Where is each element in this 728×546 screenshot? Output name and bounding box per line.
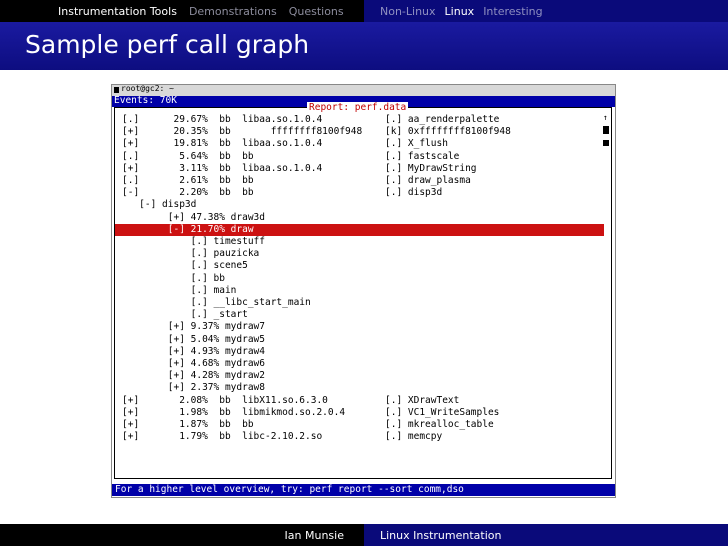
page-title: Sample perf call graph xyxy=(25,30,310,59)
table-row[interactable]: [+] 4.28% mydraw2 xyxy=(115,370,604,382)
table-row[interactable]: [+] 19.81% bb libaa.so.1.0.4 [.] X_flush xyxy=(115,138,604,150)
report-title: Report: perf.data xyxy=(307,102,409,113)
table-row[interactable]: [+] 20.35% bb ffffffff8100f948 [k] 0xffff… xyxy=(115,126,604,138)
beamer-navbar: Instrumentation Tools Demonstrations Que… xyxy=(0,0,728,22)
row-entry: [.] 29.67% bb libaa.so.1.0.4 xyxy=(122,114,323,125)
row-symbol: [.] XDrawText xyxy=(385,394,460,406)
row-entry: [.] bb xyxy=(122,272,225,284)
row-entry: [.] 2.61% bb bb xyxy=(122,175,254,186)
table-row[interactable]: [.] main xyxy=(115,285,604,297)
row-entry: [+] 1.87% bb bb xyxy=(122,419,254,430)
table-row[interactable]: [.] 2.61% bb bb [.] draw_plasma xyxy=(115,175,604,187)
table-row[interactable]: [.] timestuff xyxy=(115,236,604,248)
footer-author: Ian Munsie xyxy=(284,528,344,542)
row-entry: [+] 4.93% mydraw4 xyxy=(122,345,265,357)
footer-talk-title: Linux Instrumentation xyxy=(380,528,502,542)
row-symbol: [.] X_flush xyxy=(385,138,448,150)
table-row[interactable]: [+] 2.37% mydraw8 xyxy=(115,382,604,394)
scroll-thumb[interactable] xyxy=(603,126,609,134)
table-row-selected[interactable]: [-] 21.70% draw xyxy=(115,223,604,236)
table-row[interactable]: [.] bb xyxy=(115,273,604,285)
events-count: Events: 70K xyxy=(114,95,177,106)
row-entry: [+] 3.11% bb libaa.so.1.0.4 xyxy=(122,162,323,174)
row-symbol: [.] aa_renderpalette xyxy=(385,114,500,125)
row-entry: [.] 5.64% bb bb xyxy=(122,150,254,162)
row-entry: [+] 4.28% mydraw2 xyxy=(122,370,265,382)
row-symbol: [.] mkrealloc_table xyxy=(385,419,494,430)
table-row[interactable]: [+] 2.08% bb libX11.so.6.3.0 [.] XDrawTex… xyxy=(115,395,604,407)
row-symbol: [.] MyDrawString xyxy=(385,162,477,174)
table-row[interactable]: [+] 4.68% mydraw6 xyxy=(115,358,604,370)
terminal-title: root@gc2: ~ xyxy=(121,84,174,93)
table-row[interactable]: [-] disp3d xyxy=(115,199,604,211)
row-entry: [+] 5.04% mydraw5 xyxy=(122,333,265,345)
row-entry: [+] 47.38% draw3d xyxy=(122,211,265,223)
row-symbol: [.] memcpy xyxy=(385,431,443,443)
report-panel: Report: perf.data [.] 29.67% bb libaa.so… xyxy=(114,102,612,479)
table-row[interactable]: [.] __libc_start_main xyxy=(115,297,604,309)
scroll-thumb-lower[interactable] xyxy=(603,140,609,146)
table-row[interactable]: [+] 47.38% draw3d xyxy=(115,212,604,224)
table-row[interactable]: [+] 4.93% mydraw4 xyxy=(115,346,604,358)
terminal-window: root@gc2: ~ Events: 70K Report: perf.dat… xyxy=(111,84,616,498)
table-row[interactable]: [+] 1.87% bb bb [.] mkrealloc_table xyxy=(115,419,604,431)
row-entry: [.] pauzicka xyxy=(122,248,260,260)
status-hint: For a higher level overview, try: perf r… xyxy=(115,484,464,495)
row-entry: [+] 20.35% bb ffffffff8100f948 xyxy=(122,126,363,138)
row-symbol: [.] disp3d xyxy=(385,187,443,199)
status-bar: For a higher level overview, try: perf r… xyxy=(112,484,615,496)
table-row[interactable]: [+] 9.37% mydraw7 xyxy=(115,321,604,333)
frame-title-bar: Sample perf call graph xyxy=(0,22,728,70)
footer-title-box: Linux Instrumentation xyxy=(364,524,728,546)
table-row[interactable]: [.] scene5 xyxy=(115,260,604,272)
nav-item-questions[interactable]: Questions xyxy=(289,5,344,18)
row-entry: [-] 21.70% draw xyxy=(122,223,254,235)
row-entry: [.] _start xyxy=(122,309,248,321)
table-row[interactable]: [.] 5.64% bb bb [.] fastscale xyxy=(115,151,604,163)
nav-item-interesting[interactable]: Interesting xyxy=(483,5,542,18)
table-row[interactable]: [-] 2.20% bb bb [.] disp3d xyxy=(115,187,604,199)
row-entry: [-] 2.20% bb bb xyxy=(122,187,254,199)
scroll-up-arrow-icon[interactable]: ↑ xyxy=(603,114,608,122)
nav-item-demonstrations[interactable]: Demonstrations xyxy=(189,5,277,18)
row-entry: [+] 19.81% bb libaa.so.1.0.4 xyxy=(122,138,323,150)
row-symbol: [.] VC1_WriteSamples xyxy=(385,406,500,418)
row-entry: [+] 9.37% mydraw7 xyxy=(122,321,265,333)
table-row[interactable]: [+] 5.04% mydraw5 xyxy=(115,334,604,346)
row-entry: [.] scene5 xyxy=(122,260,248,272)
row-entry: [.] main xyxy=(122,284,237,296)
footer-author-box: Ian Munsie xyxy=(0,524,364,546)
terminal-titlebar: root@gc2: ~ xyxy=(112,84,615,96)
table-row[interactable]: [+] 1.98% bb libmikmod.so.2.0.4 [.] VC1_W… xyxy=(115,407,604,419)
row-entry: [-] disp3d xyxy=(122,199,197,211)
row-entry: [.] timestuff xyxy=(122,236,265,247)
nav-item-non-linux[interactable]: Non-Linux xyxy=(380,5,436,18)
row-entry: [+] 1.79% bb libc-2.10.2.so xyxy=(122,431,323,443)
nav-subsections: Non-Linux Linux Interesting xyxy=(364,0,728,22)
window-menu-icon[interactable] xyxy=(114,87,119,93)
scrollbar[interactable]: ↑ xyxy=(603,114,609,469)
row-entry: [.] __libc_start_main xyxy=(122,297,311,308)
beamer-footer: Ian Munsie Linux Instrumentation xyxy=(0,524,728,546)
table-row[interactable]: [.] _start xyxy=(115,309,604,321)
table-row[interactable]: [+] 1.79% bb libc-2.10.2.so [.] memcpy xyxy=(115,431,604,443)
table-row[interactable]: [.] 29.67% bb libaa.so.1.0.4 [.] aa_rende… xyxy=(115,114,604,126)
row-entry: [+] 4.68% mydraw6 xyxy=(122,358,265,369)
row-entry: [+] 2.37% mydraw8 xyxy=(122,382,265,394)
row-entry: [+] 2.08% bb libX11.so.6.3.0 xyxy=(122,394,328,406)
row-entry: [+] 1.98% bb libmikmod.so.2.0.4 xyxy=(122,406,346,418)
table-row[interactable]: [+] 3.11% bb libaa.so.1.0.4 [.] MyDrawStr… xyxy=(115,163,604,175)
nav-sections: Instrumentation Tools Demonstrations Que… xyxy=(0,0,364,22)
row-symbol: [.] draw_plasma xyxy=(385,175,471,186)
row-symbol: [.] fastscale xyxy=(385,150,460,162)
nav-item-instrumentation-tools[interactable]: Instrumentation Tools xyxy=(58,5,177,18)
nav-item-linux[interactable]: Linux xyxy=(445,5,475,18)
table-row[interactable]: [.] pauzicka xyxy=(115,248,604,260)
row-symbol: [k] 0xffffffff8100f948 xyxy=(385,126,511,138)
